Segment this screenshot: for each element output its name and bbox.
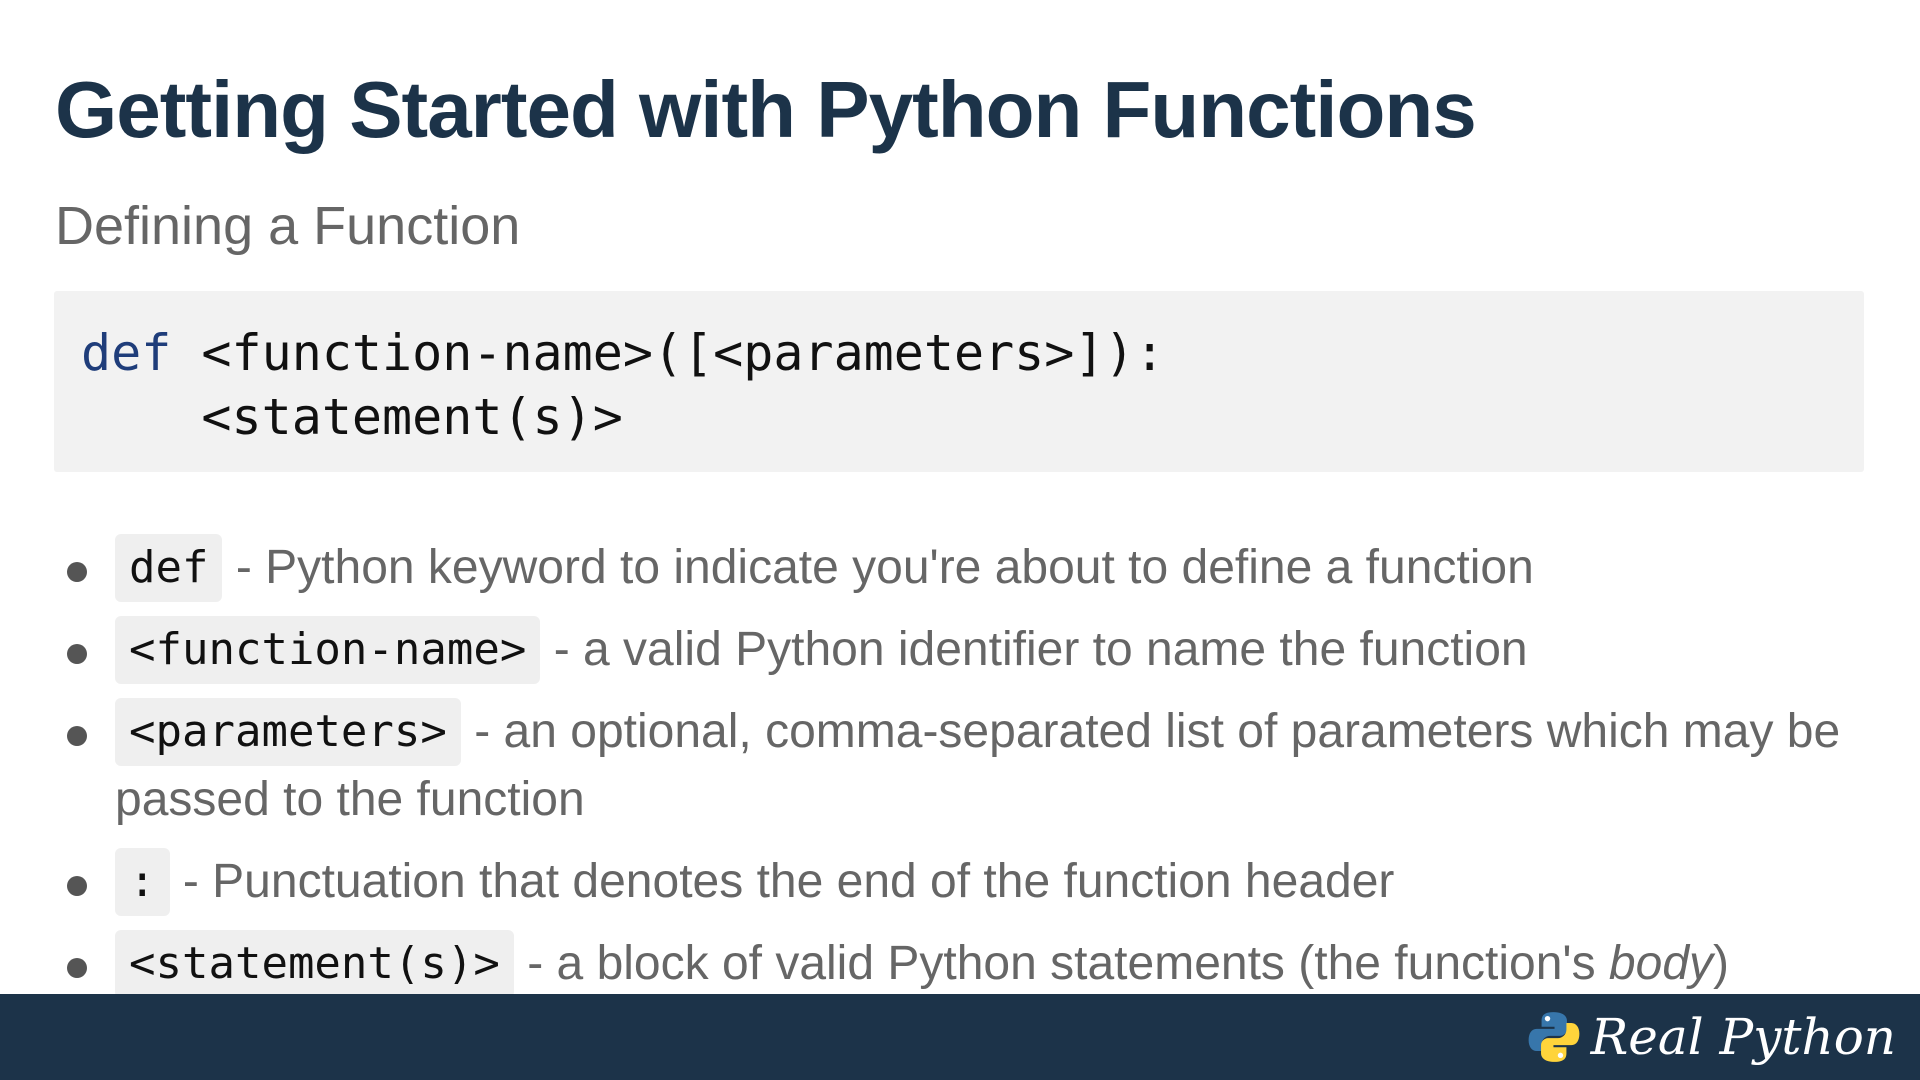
logo-text: Real Python	[1590, 1008, 1896, 1066]
inline-code: <function-name>	[115, 616, 541, 684]
code-line-1: <function-name>([<parameters>]):	[171, 324, 1165, 382]
footer-bar: Real Python	[0, 994, 1920, 1080]
page-title: Getting Started with Python Functions	[55, 65, 1477, 154]
list-item: <parameters> - an optional, comma-separa…	[55, 698, 1865, 834]
bullet-text: - a block of valid Python statements (th…	[513, 937, 1609, 990]
inline-code: <statement(s)>	[115, 930, 514, 998]
bullet-text-end: )	[1713, 937, 1729, 990]
code-block: def <function-name>([<parameters>]): <st…	[54, 291, 1864, 472]
python-logo-icon	[1528, 1012, 1579, 1062]
bullet-dot-icon	[67, 562, 87, 582]
slide: Getting Started with Python Functions De…	[0, 0, 1920, 1080]
bullet-text: - Punctuation that denotes the end of th…	[169, 855, 1395, 908]
inline-code: def	[115, 534, 223, 602]
bullet-dot-icon	[67, 726, 87, 746]
list-item: <function-name> - a valid Python identif…	[55, 616, 1865, 684]
list-item: : - Punctuation that denotes the end of …	[55, 848, 1865, 916]
inline-code: :	[115, 848, 170, 916]
code-keyword: def	[81, 324, 172, 382]
list-item: def - Python keyword to indicate you're …	[55, 534, 1865, 602]
page-subtitle: Defining a Function	[55, 196, 521, 256]
bullet-dot-icon	[67, 876, 87, 896]
list-item: <statement(s)> - a block of valid Python…	[55, 930, 1865, 998]
bullet-text: - a valid Python identifier to name the …	[540, 623, 1528, 676]
bullet-list: def - Python keyword to indicate you're …	[55, 534, 1865, 1012]
bullet-text: - Python keyword to indicate you're abou…	[222, 541, 1534, 594]
bullet-dot-icon	[67, 958, 87, 978]
real-python-logo[interactable]: Real Python	[1527, 1004, 1896, 1070]
bullet-emphasis: body	[1608, 937, 1714, 990]
code-line-2: <statement(s)>	[81, 388, 623, 446]
inline-code: <parameters>	[115, 698, 461, 766]
bullet-dot-icon	[67, 644, 87, 664]
